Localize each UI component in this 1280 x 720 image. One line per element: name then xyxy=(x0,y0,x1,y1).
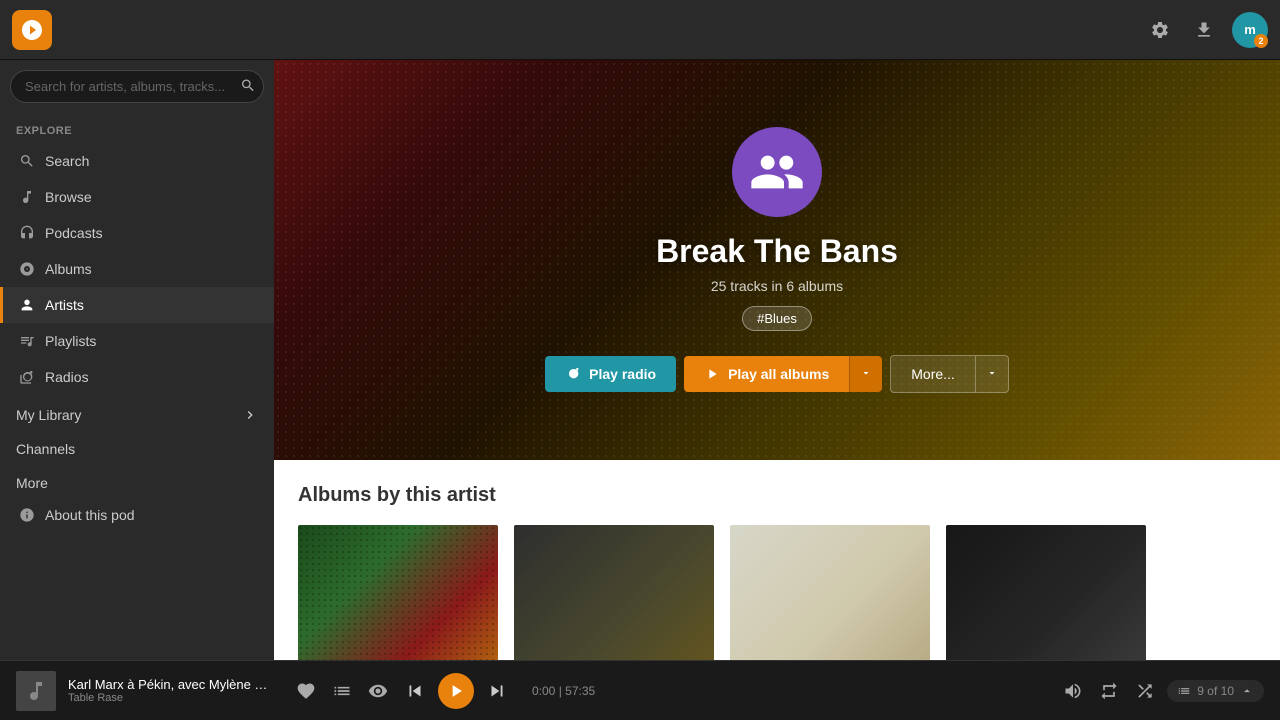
chevron-up-icon xyxy=(1240,684,1254,698)
artist-avatar xyxy=(732,127,822,217)
sidebar-item-radios[interactable]: Radios xyxy=(0,359,274,395)
search-box xyxy=(10,70,264,103)
sidebar-item-albums[interactable]: Albums xyxy=(0,251,274,287)
more-group: More... xyxy=(890,355,1009,393)
upload-button[interactable] xyxy=(1188,14,1220,46)
chevron-down-icon-more xyxy=(986,367,998,379)
time-display: 0:00 | 57:35 xyxy=(532,684,595,698)
play-all-label: Play all albums xyxy=(728,366,829,382)
album-cover-1: Break The Bans xyxy=(298,525,498,660)
artist-hero: Break The Bans 25 tracks in 6 albums #Bl… xyxy=(274,60,1280,460)
sidebar-artists-label: Artists xyxy=(45,297,84,313)
favorite-button[interactable] xyxy=(292,677,320,705)
sidebar-radios-label: Radios xyxy=(45,369,89,385)
now-playing-info: Karl Marx à Pékin, avec Mylène Gaulard T… xyxy=(68,677,268,704)
shuffle-button[interactable] xyxy=(1131,677,1159,705)
prev-button[interactable] xyxy=(400,676,430,706)
now-playing-artist: Table Rase xyxy=(68,692,268,704)
shuffle-off-button[interactable] xyxy=(364,677,392,705)
group-icon xyxy=(749,144,805,200)
albums-grid: Break The Bans xyxy=(298,525,1256,660)
sidebar-search-label: Search xyxy=(45,153,89,169)
chevron-right-icon xyxy=(242,407,258,423)
search-input[interactable] xyxy=(10,70,264,103)
artist-meta: 25 tracks in 6 albums xyxy=(711,278,843,294)
volume-button[interactable] xyxy=(1059,677,1087,705)
sidebar-podcasts-label: Podcasts xyxy=(45,225,103,241)
explore-section-label: Explore xyxy=(0,113,274,143)
artist-name: Break The Bans xyxy=(656,233,898,270)
now-playing-title: Karl Marx à Pékin, avec Mylène Gaulard xyxy=(68,677,268,692)
list-item[interactable] xyxy=(514,525,714,660)
sidebar-item-podcasts[interactable]: Podcasts xyxy=(0,215,274,251)
play-all-group: Play all albums xyxy=(684,356,882,392)
settings-button[interactable] xyxy=(1144,14,1176,46)
sidebar-item-search[interactable]: Search xyxy=(0,143,274,179)
list-item[interactable] xyxy=(730,525,930,660)
sidebar-item-playlists[interactable]: Playlists xyxy=(0,323,274,359)
notification-badge: 2 xyxy=(1254,34,1268,48)
player-controls xyxy=(292,673,512,709)
more-label: More xyxy=(16,475,48,491)
album-cover-2 xyxy=(514,525,714,660)
play-radio-button[interactable]: Play radio xyxy=(545,356,676,392)
album-cover-4 xyxy=(946,525,1146,660)
my-library-label: My Library xyxy=(16,407,81,423)
now-playing-thumbnail xyxy=(16,671,56,711)
play-pause-button[interactable] xyxy=(438,673,474,709)
content-area: Break The Bans 25 tracks in 6 albums #Bl… xyxy=(274,60,1280,660)
queue-label: 9 of 10 xyxy=(1197,684,1234,698)
sidebar-browse-label: Browse xyxy=(45,189,92,205)
more-section[interactable]: More xyxy=(0,463,274,497)
sidebar-item-browse[interactable]: Browse xyxy=(0,179,274,215)
main-layout: Explore Search Browse Podcasts Albums Ar… xyxy=(0,60,1280,660)
sidebar-about-label: About this pod xyxy=(45,507,135,523)
radio-icon xyxy=(565,366,581,382)
artist-tag[interactable]: #Blues xyxy=(742,306,812,331)
app-logo[interactable] xyxy=(12,10,52,50)
next-button[interactable] xyxy=(482,676,512,706)
list-item[interactable] xyxy=(946,525,1146,660)
search-icon-button[interactable] xyxy=(240,77,256,96)
channels-label: Channels xyxy=(16,441,75,457)
play-all-dropdown-button[interactable] xyxy=(849,356,882,392)
my-library-section[interactable]: My Library xyxy=(0,395,274,429)
queue-info[interactable]: 9 of 10 xyxy=(1167,680,1264,702)
sidebar-item-about[interactable]: About this pod xyxy=(0,497,274,533)
queue-button[interactable] xyxy=(328,677,356,705)
album-cover-3 xyxy=(730,525,930,660)
play-all-button[interactable]: Play all albums xyxy=(684,356,849,392)
chevron-down-icon xyxy=(860,367,872,379)
hero-actions: Play radio Play all albums More.. xyxy=(545,355,1009,393)
sidebar-albums-label: Albums xyxy=(45,261,92,277)
time-total: 57:35 xyxy=(565,684,595,698)
top-bar: m 2 xyxy=(0,0,1280,60)
more-dropdown-button[interactable] xyxy=(976,355,1009,393)
sidebar-playlists-label: Playlists xyxy=(45,333,96,349)
time-current: 0:00 xyxy=(532,684,555,698)
player-right-controls: 9 of 10 xyxy=(1059,677,1264,705)
albums-section: Albums by this artist Break The Bans xyxy=(274,460,1280,660)
list-item[interactable]: Break The Bans xyxy=(298,525,498,660)
play-icon xyxy=(704,366,720,382)
play-radio-label: Play radio xyxy=(589,366,656,382)
albums-section-title: Albums by this artist xyxy=(298,484,1256,507)
hero-content: Break The Bans 25 tracks in 6 albums #Bl… xyxy=(274,60,1280,460)
play-pause-icon xyxy=(446,681,466,701)
sidebar-item-artists[interactable]: Artists xyxy=(0,287,274,323)
user-avatar[interactable]: m 2 xyxy=(1232,12,1268,48)
channels-section[interactable]: Channels xyxy=(0,429,274,463)
sidebar: Explore Search Browse Podcasts Albums Ar… xyxy=(0,60,274,660)
bottom-player: Karl Marx à Pékin, avec Mylène Gaulard T… xyxy=(0,660,1280,720)
more-label: More... xyxy=(911,366,955,382)
list-icon xyxy=(1177,684,1191,698)
repeat-button[interactable] xyxy=(1095,677,1123,705)
more-button[interactable]: More... xyxy=(890,355,976,393)
